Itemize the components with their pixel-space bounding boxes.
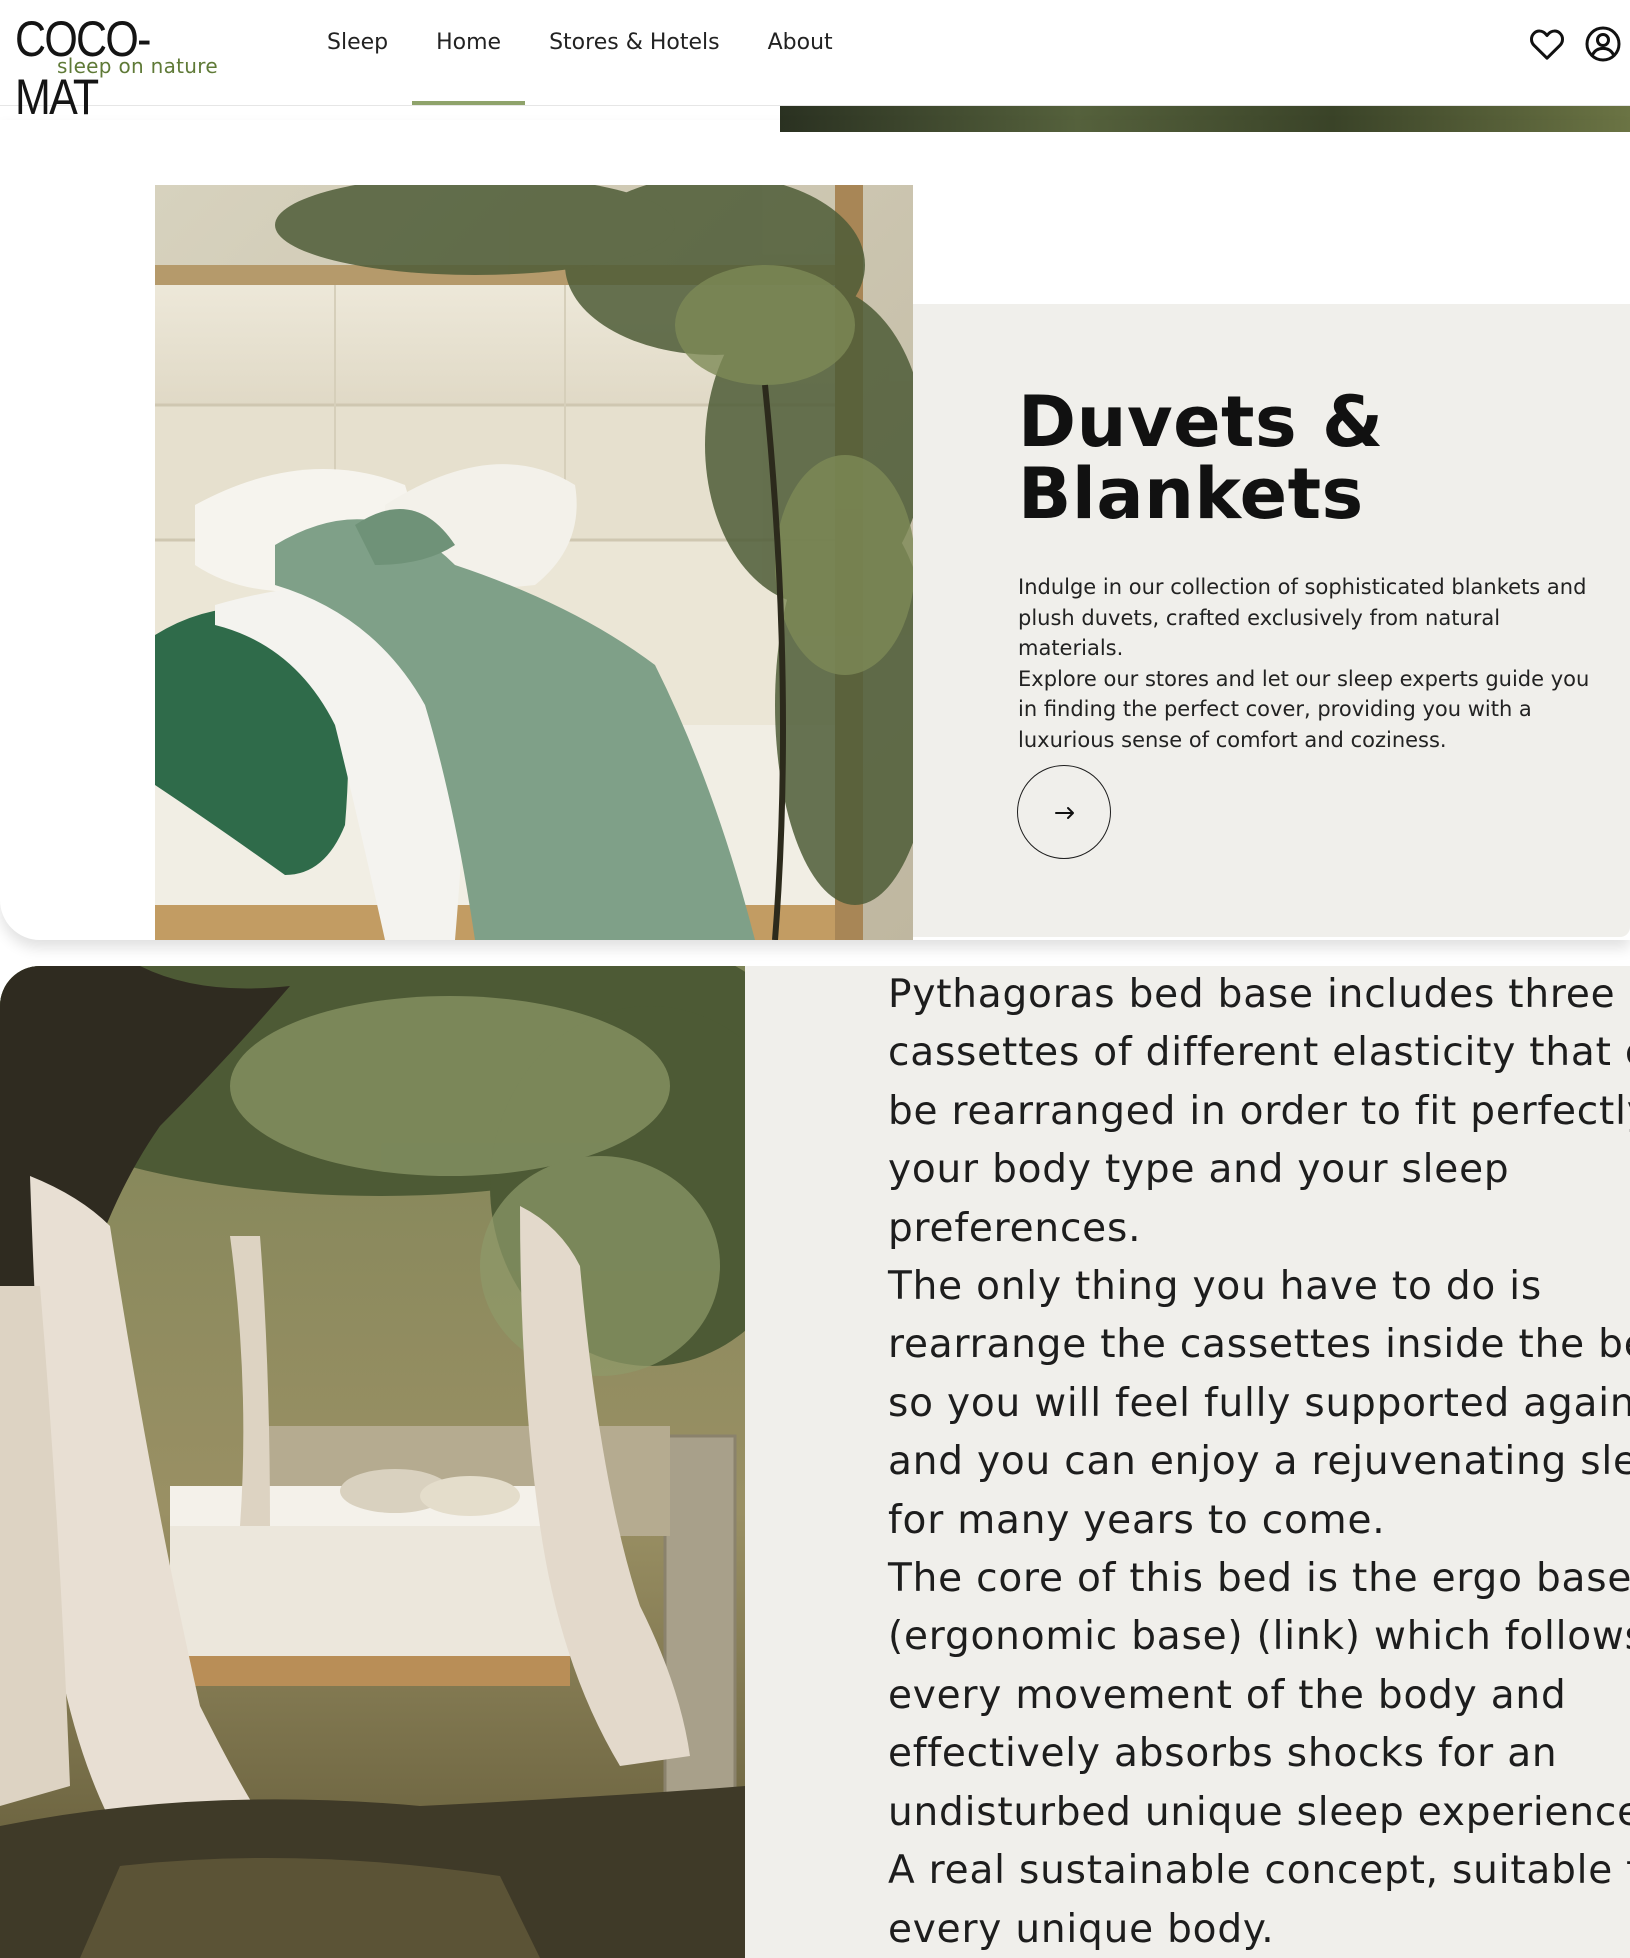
- main-nav: Sleep Home Stores & Hotels About: [303, 0, 857, 105]
- duvets-description: Indulge in our collection of sophisticat…: [1018, 572, 1598, 755]
- pythagoras-description: Pythagoras bed base includes three casse…: [888, 966, 1630, 1958]
- nav-item-about[interactable]: About: [744, 0, 857, 105]
- duvets-title-line-1: Duvets &: [1018, 381, 1384, 463]
- duvets-title-line-2: Blankets: [1018, 453, 1364, 535]
- heart-icon[interactable]: [1527, 24, 1567, 64]
- body-line: your body type and your sleep: [888, 1147, 1510, 1193]
- duvets-title: Duvets & Blankets: [1018, 386, 1578, 530]
- duvets-description-line: plush duvets, crafted exclusively from n…: [1018, 605, 1501, 661]
- duvets-arrow-button[interactable]: [1017, 765, 1111, 859]
- nav-item-home[interactable]: Home: [412, 0, 526, 105]
- logo-tagline: sleep on nature: [57, 54, 218, 78]
- body-line: be rearranged in order to fit perfectly …: [888, 1088, 1630, 1134]
- duvets-description-line: luxurious sense of comfort and coziness.: [1018, 727, 1447, 752]
- duvets-description-line: Explore our stores and let our sleep exp…: [1018, 666, 1590, 691]
- logo[interactable]: COCO-MAT sleep on nature: [15, 10, 245, 125]
- body-line: effectively absorbs shocks for an: [888, 1731, 1558, 1777]
- duvets-description-line: Indulge in our collection of sophisticat…: [1018, 575, 1587, 599]
- body-line: (ergonomic base) (link) which follows: [888, 1614, 1630, 1660]
- account-icon[interactable]: [1583, 24, 1623, 64]
- duvets-bed-image: [155, 185, 913, 940]
- body-line: Pythagoras bed base includes three: [888, 972, 1616, 1017]
- body-line: The core of this bed is the ergo base: [888, 1556, 1630, 1602]
- body-line: cassettes of different elasticity that c…: [888, 1030, 1630, 1076]
- body-line: The only thing you have to do is: [888, 1264, 1542, 1310]
- body-line: rearrange the cassettes inside the bed: [888, 1322, 1630, 1368]
- body-line: every movement of the body and: [888, 1672, 1567, 1718]
- body-line: A real sustainable concept, suitable for: [888, 1848, 1630, 1894]
- body-line: so you will feel fully supported again: [888, 1380, 1630, 1426]
- arrow-right-icon: [1055, 807, 1074, 819]
- body-line: for many years to come.: [888, 1497, 1386, 1543]
- body-line: preferences.: [888, 1205, 1142, 1251]
- body-line: and you can enjoy a rejuvenating sleep: [888, 1439, 1630, 1485]
- site-header: COCO-MAT sleep on nature Sleep Home Stor…: [0, 0, 1630, 125]
- outdoor-bed-image: [0, 966, 745, 1958]
- nav-item-sleep[interactable]: Sleep: [303, 0, 412, 105]
- pythagoras-section: Pythagoras bed base includes three casse…: [0, 966, 1630, 1958]
- body-line: every unique body.: [888, 1906, 1275, 1952]
- body-line: undisturbed unique sleep experience.: [888, 1789, 1630, 1835]
- duvets-description-line: in finding the perfect cover, providing …: [1018, 697, 1532, 721]
- nav-item-stores-hotels[interactable]: Stores & Hotels: [525, 0, 744, 105]
